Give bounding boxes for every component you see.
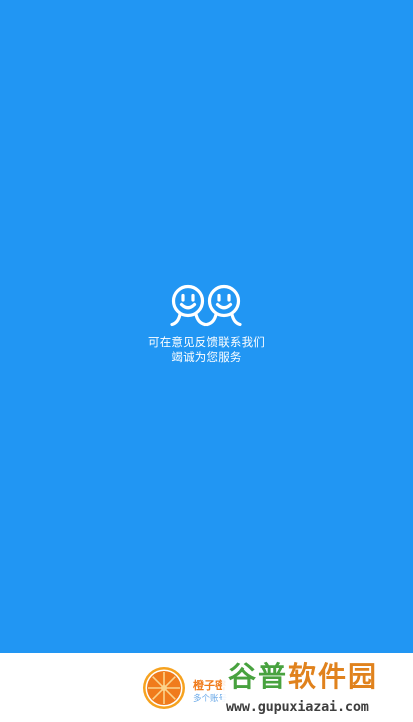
feedback-message: 可在意见反馈联系我们 xyxy=(148,335,265,349)
watermark-text-part2: 软件园 xyxy=(288,660,379,693)
orange-slice-icon xyxy=(143,667,185,709)
two-smiling-faces-icon xyxy=(170,284,242,327)
watermark-text-part1: 谷普 xyxy=(228,660,289,693)
watermark-url: www.gupuxiazai.com xyxy=(226,699,369,715)
splash-screen: 可在意见反馈联系我们 竭诚为您服务 xyxy=(0,0,413,653)
watermark-logo-text: 谷普软件园 xyxy=(228,660,378,694)
service-message: 竭诚为您服务 xyxy=(171,350,242,364)
